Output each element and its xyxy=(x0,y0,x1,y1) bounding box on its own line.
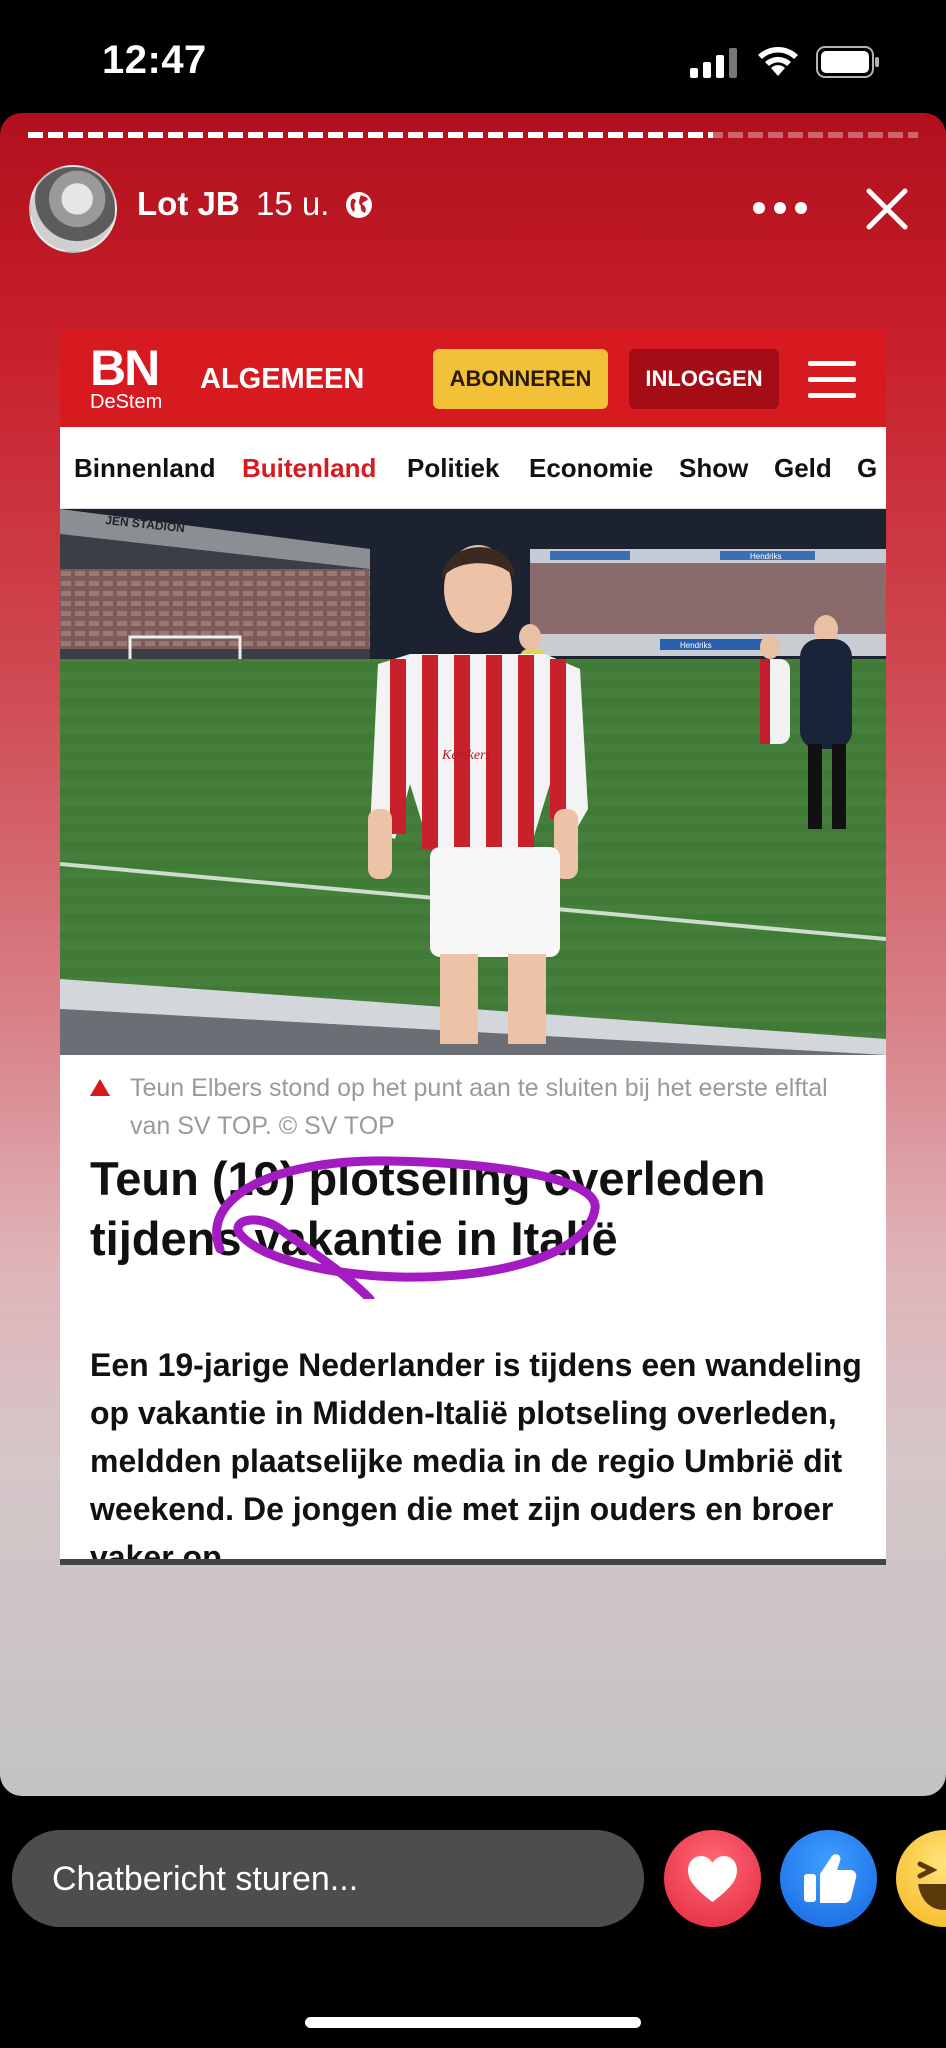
status-bar: 12:47 xyxy=(0,0,946,115)
status-time: 12:47 xyxy=(102,38,207,82)
article-bottom-edge xyxy=(60,1559,886,1565)
home-indicator[interactable] xyxy=(305,2017,641,2028)
board-text-bottom: Hendriks xyxy=(680,641,712,650)
nav-item-economie: Economie xyxy=(529,453,654,483)
story-viewer[interactable]: Lot JB 15 u. BN DeStem ALGEMEEN ABONNERE… xyxy=(0,113,946,1796)
article-headline: Teun (19) plotseling overleden tijdens v… xyxy=(90,1152,766,1265)
story-author-name[interactable]: Lot JB xyxy=(137,185,240,223)
heart-reaction-button[interactable] xyxy=(664,1830,761,1927)
nav-item-buitenland: Buitenland xyxy=(242,453,377,483)
story-post-time: 15 u. xyxy=(256,185,330,222)
avatar[interactable] xyxy=(29,165,117,253)
hamburger-menu-icon xyxy=(808,361,856,398)
haha-icon xyxy=(917,1861,946,1910)
heart-icon xyxy=(688,1856,737,1902)
story-progress-bar xyxy=(28,132,918,138)
section-title: ALGEMEEN xyxy=(200,363,365,395)
story-progress-fill xyxy=(28,132,714,138)
article-lead: Een 19-jarige Nederlander is tijdens een… xyxy=(90,1347,862,1565)
logo-subtitle: DeStem xyxy=(90,391,163,413)
photo-caption: Teun Elbers stond op het punt aan te slu… xyxy=(130,1074,828,1140)
nav-item-truncated: G xyxy=(857,453,878,483)
cellular-signal-icon xyxy=(690,48,737,78)
like-reaction-button[interactable] xyxy=(780,1830,877,1927)
nav-item-geld: Geld xyxy=(774,453,832,483)
chat-message-input[interactable]: Chatbericht sturen... xyxy=(12,1830,644,1927)
chat-input-placeholder: Chatbericht sturen... xyxy=(52,1860,359,1898)
subscribe-button: ABONNEREN xyxy=(433,349,608,409)
close-icon[interactable] xyxy=(865,187,909,231)
wifi-icon xyxy=(758,47,798,76)
article-header: BN DeStem ALGEMEEN ABONNEREN INLOGGEN xyxy=(60,329,886,427)
nav-item-politiek: Politiek xyxy=(407,453,500,483)
nav-item-binnenland: Binnenland xyxy=(74,453,216,483)
article-screenshot: BN DeStem ALGEMEEN ABONNEREN INLOGGEN Bi… xyxy=(60,329,886,1565)
board-text-top: Hendriks xyxy=(750,552,782,561)
battery-icon xyxy=(816,46,879,78)
category-nav: Binnenland Buitenland Politiek Economie … xyxy=(60,427,886,509)
article-photo: JEN STADION Hendriks Hendriks Kemkers xyxy=(60,509,886,1055)
nav-item-show: Show xyxy=(679,453,749,483)
haha-reaction-button[interactable] xyxy=(896,1830,946,1927)
login-button: INLOGGEN xyxy=(629,349,779,409)
caption-triangle-icon xyxy=(90,1079,110,1096)
shirt-sponsor: Kemkers xyxy=(441,748,492,763)
like-icon xyxy=(804,1854,857,1903)
logo-brand: BN xyxy=(90,340,160,396)
globe-icon xyxy=(346,192,372,218)
more-options-icon[interactable] xyxy=(752,201,808,215)
